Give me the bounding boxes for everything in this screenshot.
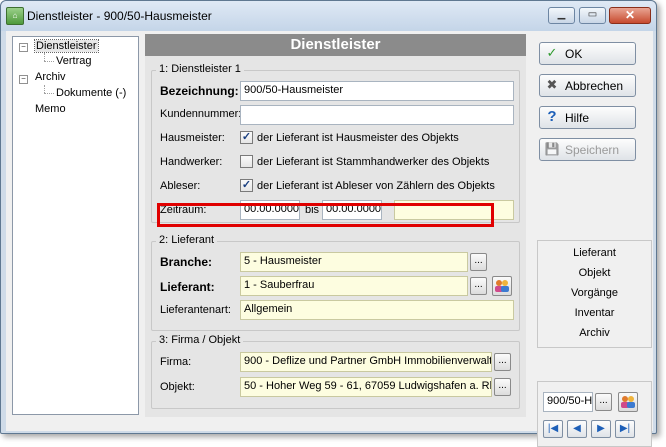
firma-select-button[interactable]: ... — [494, 353, 511, 371]
last-record-icon[interactable]: ▶| — [615, 420, 635, 438]
record-navigator: 900/50-H ... |◀ ◀ ▶ ▶| — [537, 381, 652, 447]
navigation-tree: − Dienstleister Vertrag − Archiv Dokumen… — [12, 36, 139, 415]
ableser-label: Ableser: — [160, 180, 201, 192]
handwerker-checkbox[interactable] — [240, 155, 253, 168]
save-icon: 💾 — [544, 142, 560, 156]
ableser-highlight-box — [157, 203, 494, 227]
bezeichnung-field[interactable]: 900/50-Hausmeister — [240, 81, 514, 101]
tree-item-vertrag[interactable]: Vertrag — [56, 55, 91, 67]
first-record-icon[interactable]: |◀ — [543, 420, 563, 438]
help-icon: ? — [547, 108, 557, 125]
panel-title: Dienstleister — [145, 34, 526, 56]
minimize-button[interactable]: ▁ — [548, 7, 575, 24]
firma-field[interactable]: 900 - Deflize und Partner GmbH Immobilie… — [240, 352, 492, 372]
group-label: 1: Dienstleister 1 — [156, 63, 244, 75]
hausmeister-label: Hausmeister: — [160, 132, 225, 144]
handwerker-text: der Lieferant ist Stammhandwerker des Ob… — [257, 156, 490, 168]
help-label: Hilfe — [565, 111, 590, 125]
next-record-icon[interactable]: ▶ — [591, 420, 611, 438]
nav-item-objekt[interactable]: Objekt — [538, 267, 651, 279]
window-title: Dienstleister - 900/50-Hausmeister — [27, 9, 212, 23]
objekt-select-button[interactable]: ... — [494, 378, 511, 396]
nav-item-archiv[interactable]: Archiv — [538, 327, 651, 339]
lieferantenart-field[interactable]: Allgemein — [240, 300, 514, 320]
cancel-icon: ✖ — [546, 77, 558, 92]
objekt-field[interactable]: 50 - Hoher Weg 59 - 61, 67059 Ludwigshaf… — [240, 377, 492, 397]
help-button[interactable]: ? Hilfe — [539, 106, 636, 129]
nav-item-vorgaenge[interactable]: Vorgänge — [538, 287, 651, 299]
related-nav-list: Lieferant Objekt Vorgänge Inventar Archi… — [537, 240, 652, 348]
hausmeister-text: der Lieferant ist Hausmeister des Objekt… — [257, 132, 459, 144]
tree-item-dienstleister[interactable]: Dienstleister — [34, 39, 99, 53]
app-icon: ⌂ — [6, 7, 24, 25]
firma-label: Firma: — [160, 356, 192, 368]
lieferant-field[interactable]: 1 - Sauberfrau — [240, 276, 468, 296]
ok-label: OK — [565, 47, 583, 61]
bezeichnung-label: Bezeichnung: — [160, 84, 239, 98]
cancel-label: Abbrechen — [565, 79, 624, 93]
check-icon: ✓ — [241, 179, 252, 191]
close-button[interactable]: ✕ — [609, 7, 651, 24]
tree-item-dokumente[interactable]: Dokumente (-) — [56, 87, 126, 99]
people-icon-graphic — [621, 396, 635, 408]
save-button[interactable]: 💾 Speichern — [539, 138, 636, 161]
tree-line — [44, 53, 45, 61]
check-icon: ✓ — [241, 131, 252, 143]
record-select-button[interactable]: ... — [595, 393, 612, 411]
hausmeister-checkbox[interactable]: ✓ — [240, 131, 253, 144]
tree-item-archiv[interactable]: Archiv — [35, 71, 66, 83]
lieferant-select-button[interactable]: ... — [470, 277, 487, 295]
branche-label: Branche: — [160, 255, 213, 269]
branche-field[interactable]: 5 - Hausmeister — [240, 252, 468, 272]
main-window: ⌂ Dienstleister - 900/50-Hausmeister ▁ ▭… — [0, 0, 657, 447]
ok-button[interactable]: ✓ OK — [539, 42, 636, 65]
tree-item-memo[interactable]: Memo — [35, 103, 66, 115]
nav-item-lieferant[interactable]: Lieferant — [538, 247, 651, 259]
window-client: − Dienstleister Vertrag − Archiv Dokumen… — [6, 31, 653, 447]
cancel-button[interactable]: ✖ Abbrechen — [539, 74, 636, 97]
prev-record-icon[interactable]: ◀ — [567, 420, 587, 438]
people-icon-graphic — [495, 280, 509, 292]
branche-select-button[interactable]: ... — [470, 253, 487, 271]
maximize-button[interactable]: ▭ — [579, 7, 606, 24]
handwerker-label: Handwerker: — [160, 156, 223, 168]
people-icon[interactable] — [618, 392, 638, 412]
ableser-checkbox[interactable]: ✓ — [240, 179, 253, 192]
group-firma-objekt: 3: Firma / Objekt Firma: 900 - Deflize u… — [151, 334, 520, 409]
people-icon[interactable] — [492, 276, 512, 296]
record-field[interactable]: 900/50-H — [543, 392, 593, 412]
lieferant-label: Lieferant: — [160, 280, 215, 294]
objekt-label: Objekt: — [160, 381, 195, 393]
check-icon: ✓ — [546, 45, 558, 60]
group-dienstleister: 1: Dienstleister 1 Bezeichnung: 900/50-H… — [151, 63, 520, 223]
tree-line — [44, 85, 45, 93]
group-label: 2: Lieferant — [156, 234, 218, 246]
kundennummer-field[interactable] — [240, 105, 514, 125]
title-bar[interactable]: ⌂ Dienstleister - 900/50-Hausmeister ▁ ▭… — [1, 1, 656, 31]
lieferantenart-label: Lieferantenart: — [160, 304, 231, 316]
ableser-text: der Lieferant ist Ableser von Zählern de… — [257, 180, 495, 192]
collapse-icon[interactable]: − — [19, 43, 28, 52]
collapse-icon[interactable]: − — [19, 75, 28, 84]
kundennummer-label: Kundennummer: — [160, 108, 242, 120]
save-label: Speichern — [565, 143, 620, 157]
tree-line — [44, 61, 54, 62]
tree-line — [44, 93, 54, 94]
group-lieferant: 2: Lieferant Branche: 5 - Hausmeister ..… — [151, 234, 520, 331]
group-label: 3: Firma / Objekt — [156, 334, 244, 346]
nav-item-inventar[interactable]: Inventar — [538, 307, 651, 319]
